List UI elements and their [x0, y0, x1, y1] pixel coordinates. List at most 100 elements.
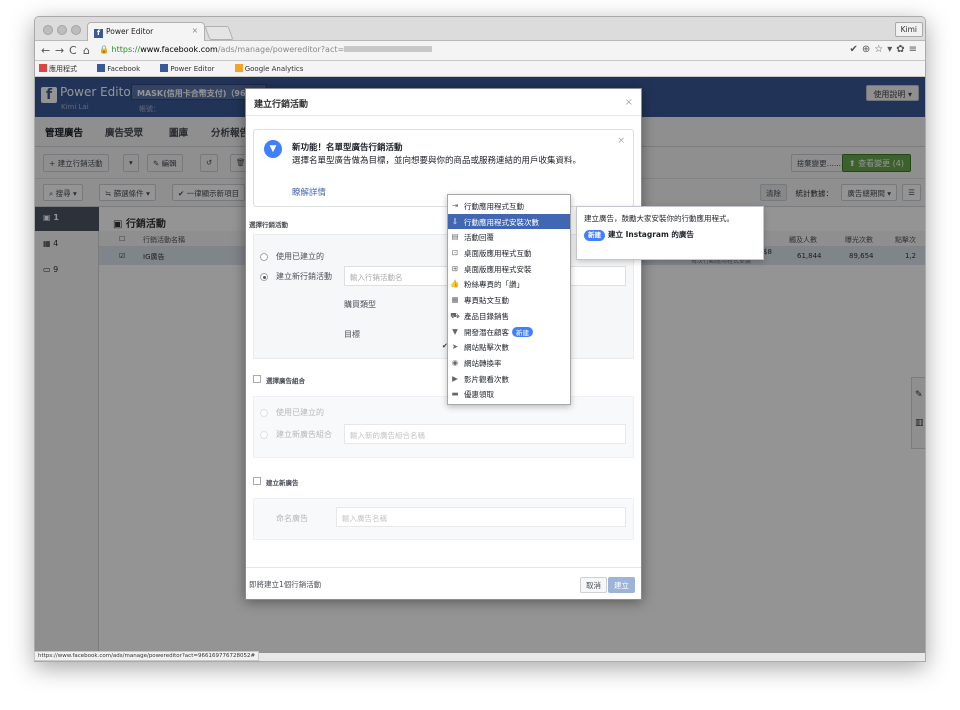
objective-option-label: 行動應用程式互動 [464, 202, 524, 211]
use-existing-adset-radio[interactable] [260, 409, 268, 417]
like-icon: 👍 [450, 279, 460, 289]
use-existing-campaign-label: 使用已建立的 [276, 252, 324, 261]
create-new-campaign-radio[interactable] [260, 273, 268, 281]
buying-type-label: 購買類型 [344, 300, 376, 309]
url-path: /ads/manage/powereditor?act= [217, 45, 345, 54]
ad-name-input[interactable]: 輸入廣告名稱 [336, 507, 626, 527]
objective-option[interactable]: ▬ 優惠領取 [448, 386, 570, 402]
browser-actions[interactable]: ✔⊕☆▾✿≡ [850, 44, 922, 55]
objective-option[interactable]: ▼ 開發潛在顧客 新建 [448, 324, 570, 340]
objective-option[interactable]: ▤ 活動回覆 [448, 229, 570, 245]
adset-section: 使用已建立的 建立新廣告組合 輸入新的廣告組合名稱 [253, 396, 634, 458]
new-tab-button[interactable] [204, 26, 234, 40]
lock-icon: 🔒 [99, 45, 109, 54]
objective-option-label: 桌面版應用程式互動 [464, 249, 532, 259]
event-icon: ▤ [451, 232, 459, 242]
use-existing-adset-label: 使用已建立的 [276, 408, 324, 417]
bookmark-label: Google Analytics [244, 65, 304, 73]
bookmark-apps[interactable]: 應用程式 [39, 64, 86, 73]
objective-label: 目標 [344, 330, 360, 339]
close-dialog-icon[interactable]: × [625, 97, 633, 108]
notice-body: 選擇名單型廣告做為目標，並向想要與你的商品或服務連結的用戶收集資料。 [292, 156, 582, 166]
close-tab-icon[interactable]: × [192, 26, 198, 35]
footer-summary: 即將建立1個行銷活動 [249, 580, 322, 589]
bookmark-label: Power Editor [170, 65, 215, 73]
objective-option-label: 開發潛在顧客 [464, 327, 509, 337]
close-notice-icon[interactable]: × [617, 136, 625, 146]
url-scheme: https:// [111, 45, 141, 54]
tab-title: Power Editor [106, 27, 154, 36]
bookmark-google-analytics[interactable]: Google Analytics [234, 64, 313, 73]
apps-grid-icon [39, 64, 47, 72]
objective-option[interactable]: ⛟ 產品目錄銷售 [448, 308, 570, 324]
new-badge: 新建 [584, 230, 605, 241]
objective-option[interactable]: ⊡ 桌面版應用程式互動 [448, 245, 570, 261]
facebook-icon [160, 64, 169, 72]
create-new-adset-label: 建立新廣告組合 [276, 430, 332, 439]
post-engagement-icon: ▦ [451, 295, 459, 305]
globe-icon: ◉ [451, 357, 459, 367]
learn-more-link[interactable]: 瞭解詳情 [292, 186, 326, 198]
checkmark-icon: ✔ [442, 342, 448, 351]
funnel-icon: ▼ [264, 140, 282, 158]
url-field[interactable]: 🔒 https://www.facebook.com/ads/manage/po… [99, 44, 834, 58]
forward-icon[interactable]: → [55, 44, 64, 57]
objective-option[interactable]: ⊞ 桌面版應用程式安裝 [448, 261, 570, 277]
zoom-window-button[interactable] [71, 25, 81, 35]
objective-tooltip: 建立廣告，鼓勵大家安裝你的行動應用程式。 新建 建立 Instagram 的廣告 [576, 206, 764, 260]
close-window-button[interactable] [43, 25, 53, 35]
bookmarks-bar: 應用程式 Facebook Power Editor Google Analyt… [35, 61, 925, 77]
status-bar: https://www.facebook.com/ads/manage/powe… [34, 651, 260, 661]
objective-option-label: 桌面版應用程式安裝 [464, 264, 532, 274]
objective-option-label: 活動回覆 [464, 233, 494, 243]
objective-option[interactable]: ✔ ➤ 網站點擊次數 [442, 339, 570, 355]
notice-title: 新功能！名單型廣告行銷活動 [292, 143, 403, 153]
dialog-footer: 即將建立1個行銷活動 取消 建立 [246, 567, 641, 599]
desktop-app-engagement-icon: ⊡ [451, 248, 459, 258]
ad-section: 命名廣告 輸入廣告名稱 [253, 498, 634, 540]
objective-option-label: 粉絲專頁的「讚」 [464, 280, 524, 290]
objective-option-label: 網站點擊次數 [464, 343, 509, 353]
tab-bar: f Power Editor × Kimi [35, 17, 925, 41]
objective-dropdown: ⇥ 行動應用程式互動 ⇩ 行動應用程式安裝次數 ▤ 活動回覆 ⊡ 桌面版應用程式互動 ⊞ 桌面版應… [442, 194, 571, 405]
objective-option[interactable]: ▶ 影片觀看次數 [448, 371, 570, 387]
minimize-window-button[interactable] [57, 25, 67, 35]
ad-section-checkbox[interactable] [253, 477, 261, 485]
objective-option[interactable]: ▦ 專頁貼文互動 [448, 292, 570, 308]
objective-option[interactable]: ◉ 網站轉換率 [448, 355, 570, 371]
url-domain: www.facebook.com [140, 45, 218, 54]
tooltip-text: 建立廣告，鼓勵大家安裝你的行動應用程式。 [584, 214, 734, 223]
objective-option-label: 影片觀看次數 [464, 374, 509, 384]
facebook-icon [97, 64, 106, 72]
campaign-section-label: 選擇行銷活動 [249, 221, 288, 229]
create-new-campaign-label: 建立新行銷活動 [276, 272, 332, 281]
use-existing-campaign-radio[interactable] [260, 253, 268, 261]
bookmark-power-editor[interactable]: Power Editor [160, 64, 223, 73]
bookmark-facebook[interactable]: Facebook [97, 64, 149, 73]
analytics-icon [234, 64, 243, 72]
create-button[interactable]: 建立 [608, 577, 635, 593]
bookmark-label: 應用程式 [49, 65, 77, 73]
objective-option-label: 產品目錄銷售 [464, 311, 509, 321]
adset-section-checkbox[interactable] [253, 375, 261, 383]
objective-option[interactable]: 👍 粉絲專頁的「讚」 [448, 276, 570, 292]
bookmark-label: Facebook [107, 65, 141, 73]
cancel-button[interactable]: 取消 [580, 577, 607, 593]
lead-ads-notice: ▼ 新功能！名單型廣告行銷活動 選擇名單型廣告做為目標，並向想要與你的商品或服務… [253, 129, 634, 207]
ad-section-label: 建立新廣告 [266, 479, 299, 487]
objective-option[interactable]: ⇩ 行動應用程式安裝次數 [448, 213, 570, 230]
reload-icon[interactable]: C [69, 44, 77, 57]
dialog-title: 建立行銷活動 [246, 89, 641, 116]
objective-option[interactable]: ⇥ 行動應用程式互動 [448, 198, 570, 214]
browser-tab[interactable]: f Power Editor × [87, 22, 205, 41]
home-icon[interactable]: ⌂ [83, 44, 90, 57]
adset-name-input[interactable]: 輸入新的廣告組合名稱 [344, 424, 626, 444]
profile-button[interactable]: Kimi [894, 22, 923, 37]
cursor-icon: ➤ [451, 342, 459, 352]
back-icon[interactable]: ← [41, 44, 50, 57]
tooltip-line2: 新建 建立 Instagram 的廣告 [584, 229, 756, 241]
create-new-adset-radio[interactable] [260, 431, 268, 439]
filter-icon: ▼ [452, 326, 458, 336]
app-install-icon: ⇩ [451, 216, 459, 226]
ad-name-label: 命名廣告 [276, 514, 308, 523]
